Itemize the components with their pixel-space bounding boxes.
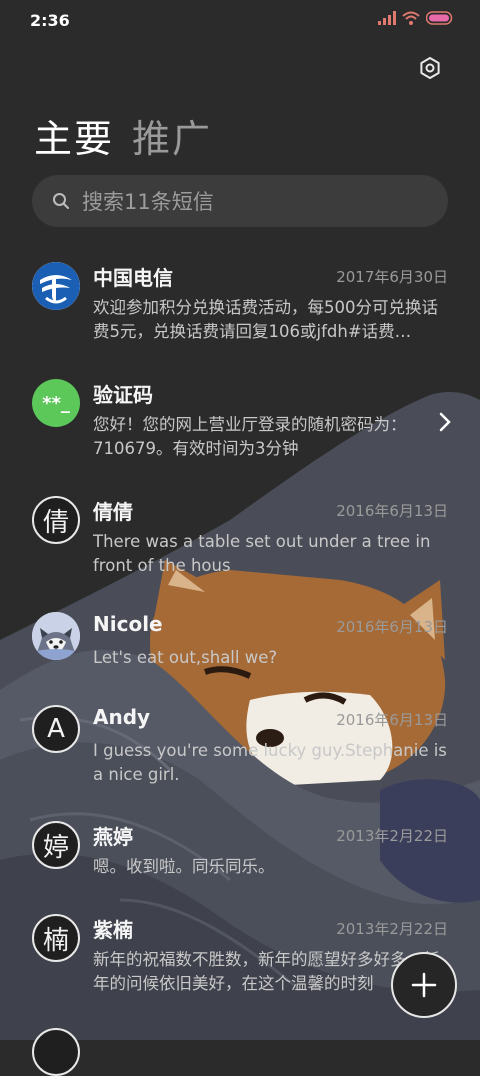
sender-name: 验证码	[93, 383, 153, 407]
nicole-avatar	[32, 612, 80, 660]
contact-avatar: 婷	[32, 821, 80, 869]
status-bar: 2:36	[0, 0, 480, 40]
signal-icon	[378, 11, 396, 25]
search-input[interactable]: 搜索11条短信	[82, 186, 214, 216]
message-date: 2013年2月22日	[336, 827, 448, 845]
message-preview: I guess you're some lucky guy.Stephanie …	[93, 741, 447, 784]
china-telecom-logo-icon	[32, 262, 80, 310]
new-message-button[interactable]	[391, 952, 457, 1018]
contact-avatar: 楠	[32, 914, 80, 962]
sender-name: 倩倩	[93, 500, 133, 524]
contact-avatar: 倩	[32, 496, 80, 544]
sender-name: 中国电信	[93, 266, 173, 290]
conversation-item[interactable]: **_ 验证码 您好！您的网上营业厅登录的随机密码为：710679。有效时间为3…	[0, 379, 480, 489]
sender-name: 紫楠	[93, 918, 133, 942]
conversation-item[interactable]: 中国电信 2017年6月30日 欢迎参加积分兑换话费活动，每500分可兑换话费5…	[0, 262, 480, 372]
conversation-item[interactable]: A Andy 2016年6月13日 I guess you're some lu…	[0, 705, 480, 815]
sender-name: 燕婷	[93, 825, 133, 849]
status-time: 2:36	[30, 11, 70, 30]
message-date: 2013年2月22日	[336, 920, 448, 938]
conversation-item[interactable]: 倩 倩倩 2016年6月13日 There was a table set ou…	[0, 496, 480, 606]
message-preview: There was a table set out under a tree i…	[93, 532, 431, 575]
message-preview: Let's eat out,shall we?	[93, 648, 278, 667]
message-date: 2016年6月13日	[336, 618, 448, 636]
tab-primary[interactable]: 主要	[34, 108, 114, 163]
message-preview: 欢迎参加积分兑换话费活动，每500分可兑换话费5元，兑换话费请回复106或jfd…	[93, 298, 438, 341]
battery-icon	[426, 11, 453, 25]
gear-icon	[420, 57, 440, 79]
sender-name: Nicole	[93, 612, 163, 636]
message-date: 2016年6月13日	[336, 711, 448, 729]
message-preview: 您好！您的网上营业厅登录的随机密码为：710679。有效时间为3分钟	[93, 415, 407, 458]
sender-name: Andy	[93, 705, 151, 729]
wifi-icon	[402, 11, 420, 25]
search-icon	[53, 193, 69, 209]
contact-avatar: A	[32, 705, 80, 753]
chevron-right-icon[interactable]	[438, 410, 452, 434]
china-telecom-avatar	[32, 262, 80, 310]
settings-button[interactable]	[414, 52, 446, 84]
tab-promotions[interactable]: 推广	[132, 108, 212, 163]
message-date: 2017年6月30日	[336, 268, 448, 286]
plus-icon	[411, 972, 437, 998]
contact-avatar-partial	[32, 1028, 80, 1076]
status-icons	[378, 11, 454, 25]
verification-code-avatar: **_	[32, 379, 80, 427]
husky-photo-icon	[32, 612, 80, 660]
search-bar[interactable]: 搜索11条短信	[32, 175, 448, 227]
message-preview: 嗯。收到啦。同乐同乐。	[93, 857, 275, 876]
message-date: 2016年6月13日	[336, 502, 448, 520]
